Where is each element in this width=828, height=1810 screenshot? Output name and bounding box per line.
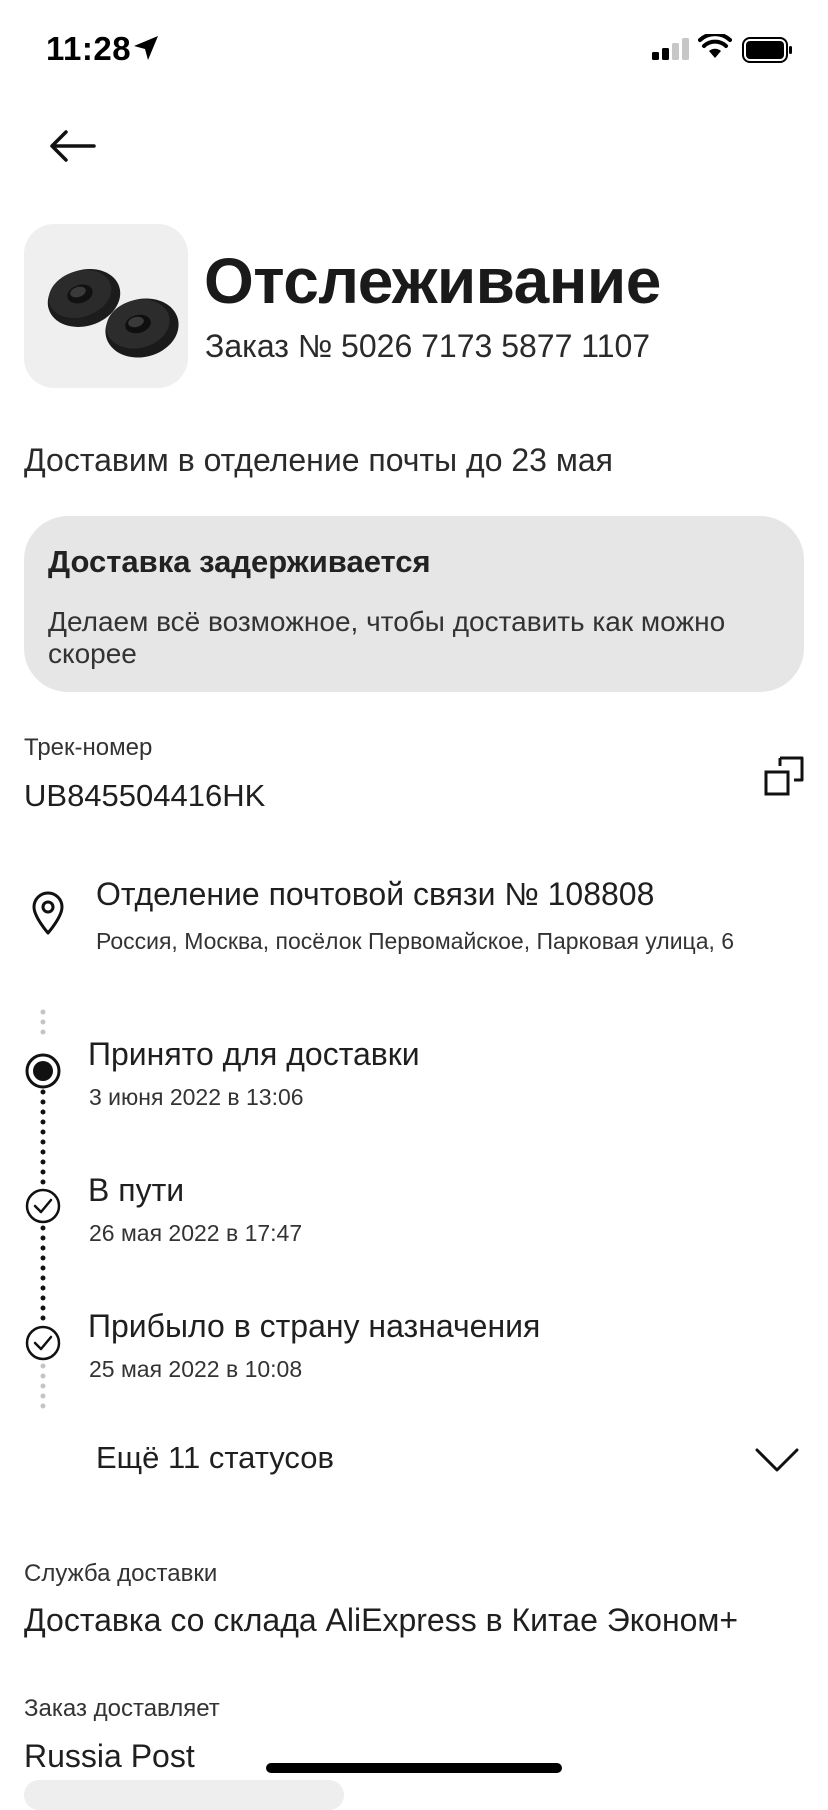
- post-office-name: Отделение почтовой связи № 108808: [96, 876, 655, 912]
- delay-banner-title: Доставка задерживается: [48, 544, 431, 579]
- location-arrow-icon: [134, 36, 158, 60]
- delivery-service-label: Служба доставки: [24, 1560, 218, 1587]
- product-seals-picture: [47, 269, 179, 358]
- more-statuses-toggle[interactable]: Ещё 11 статусов: [24, 1430, 804, 1494]
- back-button[interactable]: [44, 122, 100, 170]
- timeline-track: [25, 1009, 61, 1409]
- tracking-number: UB845504416HK: [24, 778, 266, 813]
- timeline-event-date: 26 мая 2022 в 17:47: [89, 1220, 303, 1246]
- timeline-event-date: 3 июня 2022 в 13:06: [89, 1084, 304, 1110]
- carrier-value: Russia Post: [24, 1738, 195, 1774]
- wifi-icon: [698, 34, 732, 58]
- delivery-estimate: Доставим в отделение почты до 23 мая: [24, 442, 613, 478]
- bottom-card-edge: [24, 1780, 344, 1810]
- home-indicator: [266, 1763, 562, 1773]
- order-number: Заказ № 5026 7173 5877 1107: [205, 328, 651, 364]
- battery-icon: [742, 37, 792, 63]
- page-title: Отслеживание: [204, 245, 661, 317]
- check-circle-icon: [25, 1325, 61, 1361]
- delivery-service-value: Доставка со склада AliExpress в Китае Эк…: [24, 1602, 739, 1638]
- timeline-event-title: В пути: [88, 1172, 185, 1208]
- arrow-left-icon: [50, 130, 96, 162]
- chevron-down-icon: [755, 1448, 799, 1472]
- check-circle-icon: [25, 1188, 61, 1224]
- status-bar: 11:28: [0, 0, 828, 100]
- delay-banner: Доставка задерживается Делаем всё возмож…: [24, 516, 804, 692]
- post-office-address: Россия, Москва, посёлок Первомайское, Па…: [96, 928, 735, 954]
- cellular-signal-icon: [652, 38, 689, 60]
- carrier-label: Заказ доставляет: [24, 1695, 220, 1722]
- product-image: [24, 224, 188, 388]
- delay-banner-text: Делаем всё возможное, чтобы доставить ка…: [48, 606, 726, 669]
- more-statuses-label: Ещё 11 статусов: [96, 1440, 334, 1475]
- status-time: 11:28: [46, 30, 132, 67]
- tracking-label: Трек-номер: [24, 734, 153, 761]
- copy-button[interactable]: [762, 754, 806, 798]
- copy-icon: [764, 756, 804, 796]
- timeline-event-title: Прибыло в страну назначения: [88, 1308, 541, 1344]
- radio-filled-icon: [25, 1053, 61, 1089]
- timeline-event-title: Принято для доставки: [88, 1036, 420, 1072]
- timeline-event-date: 25 мая 2022 в 10:08: [89, 1356, 303, 1382]
- location-pin-icon: [32, 891, 64, 935]
